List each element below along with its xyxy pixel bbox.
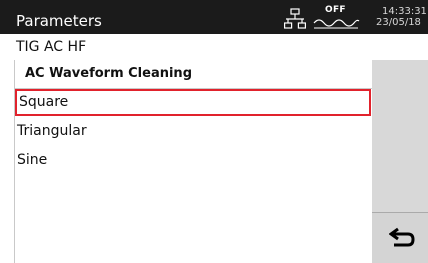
weld-wave-icon [313,19,360,29]
option-sine[interactable]: Sine [15,147,371,174]
network-topology-icon [284,8,306,30]
return-arrow-icon [389,227,415,247]
waveform-options-panel: AC Waveform Cleaning Square Triangular S… [14,60,373,263]
clock-date: 23/05/18 [376,17,421,28]
clock-time: 14:33:31 [382,6,427,17]
header-bar: Parameters OFF 14:33:31 23/05/18 [0,0,428,34]
weld-status-indicator: OFF [312,4,366,32]
screen: Parameters OFF 14:33:31 23/05/18 TIG AC … [0,0,428,263]
breadcrumb: TIG AC HF [16,39,87,55]
page-title: Parameters [16,12,102,30]
left-margin [0,34,14,263]
weld-status-label: OFF [325,5,346,15]
panel-title: AC Waveform Cleaning [25,66,192,81]
clock: 14:33:31 23/05/18 [376,6,428,28]
back-button[interactable] [372,213,428,263]
option-square[interactable]: Square [15,89,371,116]
option-triangular[interactable]: Triangular [15,118,371,145]
